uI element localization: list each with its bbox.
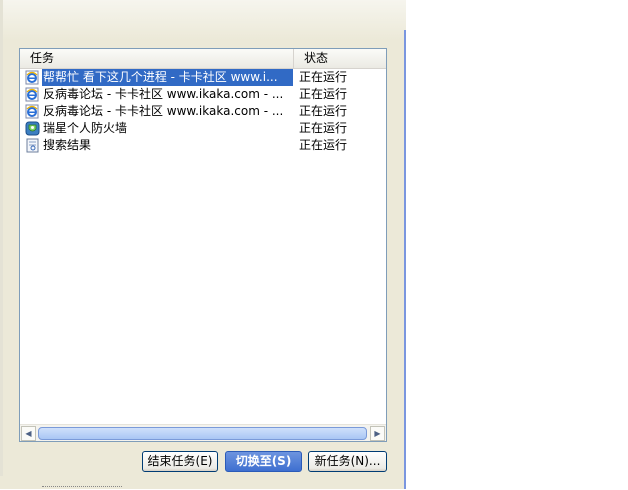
task-list[interactable]: 任务 状态 帮帮忙 看下这几个进程 - 卡卡社区 www.i... 正在运行 反… [19,48,387,442]
ie-icon [25,104,40,119]
task-status: 正在运行 [299,138,348,152]
ie-icon [25,87,40,102]
window-right-edge [404,30,406,489]
table-row[interactable]: 帮帮忙 看下这几个进程 - 卡卡社区 www.i... 正在运行 [20,69,386,86]
new-task-button[interactable]: 新任务(N)... [308,451,387,472]
ie-icon [25,70,40,85]
task-status: 正在运行 [299,121,348,135]
task-list-header: 任务 状态 [20,49,386,69]
task-name: 反病毒论坛 - 卡卡社区 www.ikaka.com - ... [43,104,284,118]
switch-to-button[interactable]: 切换至(S) [225,451,302,472]
task-status: 正在运行 [299,70,348,84]
column-header-task[interactable]: 任务 [20,49,294,68]
task-name: 帮帮忙 看下这几个进程 - 卡卡社区 www.i... [42,69,293,86]
horizontal-scrollbar[interactable]: ◀ ▶ [20,424,386,441]
table-row[interactable]: 搜索结果 正在运行 [20,137,386,154]
column-header-status[interactable]: 状态 [294,49,386,68]
scrollbar-thumb[interactable] [38,427,367,440]
task-name: 瑞星个人防火墙 [43,121,128,135]
search-results-icon [25,138,40,153]
scroll-right-button[interactable]: ▶ [370,426,385,441]
table-row[interactable]: 反病毒论坛 - 卡卡社区 www.ikaka.com - ... 正在运行 [20,86,386,103]
task-name: 反病毒论坛 - 卡卡社区 www.ikaka.com - ... [43,87,284,101]
task-status: 正在运行 [299,87,348,101]
task-manager-applications-panel: 任务 状态 帮帮忙 看下这几个进程 - 卡卡社区 www.i... 正在运行 反… [0,0,406,489]
scroll-left-button[interactable]: ◀ [21,426,36,441]
end-task-button[interactable]: 结束任务(E) [142,451,218,472]
table-row[interactable]: 反病毒论坛 - 卡卡社区 www.ikaka.com - ... 正在运行 [20,103,386,120]
status-strip-divider [42,486,122,490]
firewall-icon [25,121,40,136]
task-status: 正在运行 [299,104,348,118]
task-name: 搜索结果 [43,138,92,152]
table-row[interactable]: 瑞星个人防火墙 正在运行 [20,120,386,137]
window-left-edge [0,0,3,489]
task-rows: 帮帮忙 看下这几个进程 - 卡卡社区 www.i... 正在运行 反病毒论坛 -… [20,69,386,154]
